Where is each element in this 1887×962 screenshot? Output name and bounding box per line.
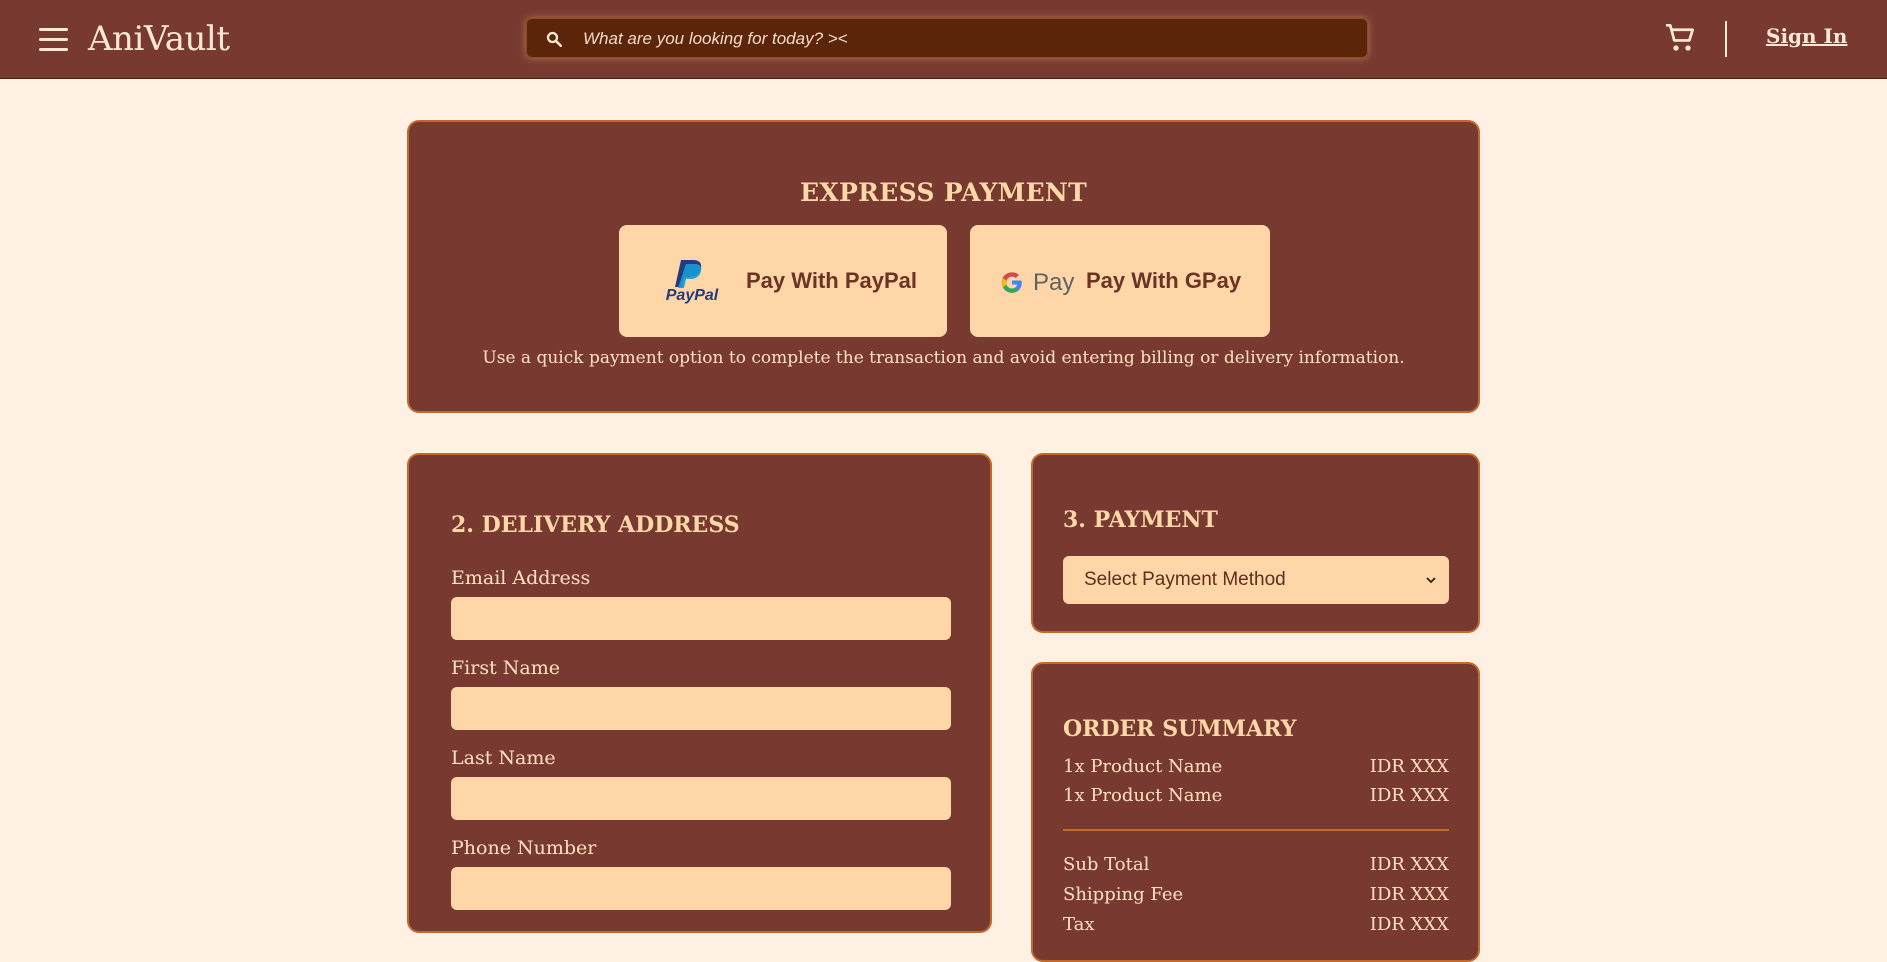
tax-label: Tax: [1063, 914, 1095, 935]
summary-item-row: 1x Product Name IDR XXX: [1063, 785, 1449, 806]
delivery-address-panel: 2. DELIVERY ADDRESS Email Address First …: [407, 453, 992, 933]
first-name-field[interactable]: [451, 687, 951, 730]
summary-item-name: 1x Product Name: [1063, 756, 1223, 777]
payment-title: 3. PAYMENT: [1063, 507, 1218, 533]
payment-panel: 3. PAYMENT Select Payment Method: [1031, 453, 1480, 633]
phone-number-field[interactable]: [451, 867, 951, 910]
summary-item-row: 1x Product Name IDR XXX: [1063, 756, 1449, 777]
last-name-field[interactable]: [451, 777, 951, 820]
sign-in-link[interactable]: Sign In: [1766, 24, 1847, 48]
search-bar: [526, 18, 1368, 59]
pay-with-paypal-button[interactable]: PayPal Pay With PayPal: [619, 225, 947, 337]
delivery-address-title: 2. DELIVERY ADDRESS: [451, 512, 740, 538]
summary-item-price: IDR XXX: [1369, 785, 1449, 806]
summary-item-price: IDR XXX: [1369, 756, 1449, 777]
last-name-label: Last Name: [451, 747, 556, 769]
email-label: Email Address: [451, 567, 591, 589]
brand-logo[interactable]: AniVault: [88, 17, 230, 61]
search-input[interactable]: [581, 19, 1345, 59]
payment-method-select[interactable]: Select Payment Method: [1063, 556, 1449, 604]
subtotal-value: IDR XXX: [1369, 854, 1449, 875]
shopping-cart-icon[interactable]: [1664, 22, 1696, 54]
first-name-label: First Name: [451, 657, 560, 679]
svg-text:Pay: Pay: [1033, 269, 1074, 296]
hamburger-menu-icon[interactable]: [39, 28, 68, 52]
gpay-button-label: Pay With GPay: [1086, 268, 1242, 293]
shipping-fee-label: Shipping Fee: [1063, 884, 1184, 905]
summary-divider: [1063, 829, 1449, 831]
chevron-down-icon: [1426, 577, 1436, 584]
svg-text:PayPal: PayPal: [666, 287, 719, 304]
order-summary-panel: ORDER SUMMARY 1x Product Name IDR XXX 1x…: [1031, 662, 1480, 962]
top-navbar: AniVault Sign In: [0, 0, 1887, 79]
summary-item-name: 1x Product Name: [1063, 785, 1223, 806]
phone-number-label: Phone Number: [451, 837, 597, 859]
tax-value: IDR XXX: [1369, 914, 1449, 935]
subtotal-label: Sub Total: [1063, 854, 1150, 875]
subtotal-row: Sub Total IDR XXX: [1063, 854, 1449, 875]
shipping-fee-row: Shipping Fee IDR XXX: [1063, 884, 1449, 905]
email-field[interactable]: [451, 597, 951, 640]
paypal-button-label: Pay With PayPal: [746, 268, 917, 293]
tax-row: Tax IDR XXX: [1063, 914, 1449, 935]
express-payment-title: EXPRESS PAYMENT: [799, 178, 1087, 207]
pay-with-gpay-button[interactable]: Pay Pay With GPay: [970, 225, 1270, 337]
express-payment-note: Use a quick payment option to complete t…: [482, 348, 1405, 368]
order-summary-title: ORDER SUMMARY: [1063, 716, 1297, 742]
payment-method-selected: Select Payment Method: [1084, 569, 1286, 590]
shipping-fee-value: IDR XXX: [1369, 884, 1449, 905]
express-payment-panel: EXPRESS PAYMENT PayPal Pay With PayPal P…: [407, 120, 1480, 413]
paypal-logo-icon: PayPal: [666, 260, 719, 304]
header-divider: [1725, 21, 1727, 57]
search-icon[interactable]: [545, 30, 563, 48]
